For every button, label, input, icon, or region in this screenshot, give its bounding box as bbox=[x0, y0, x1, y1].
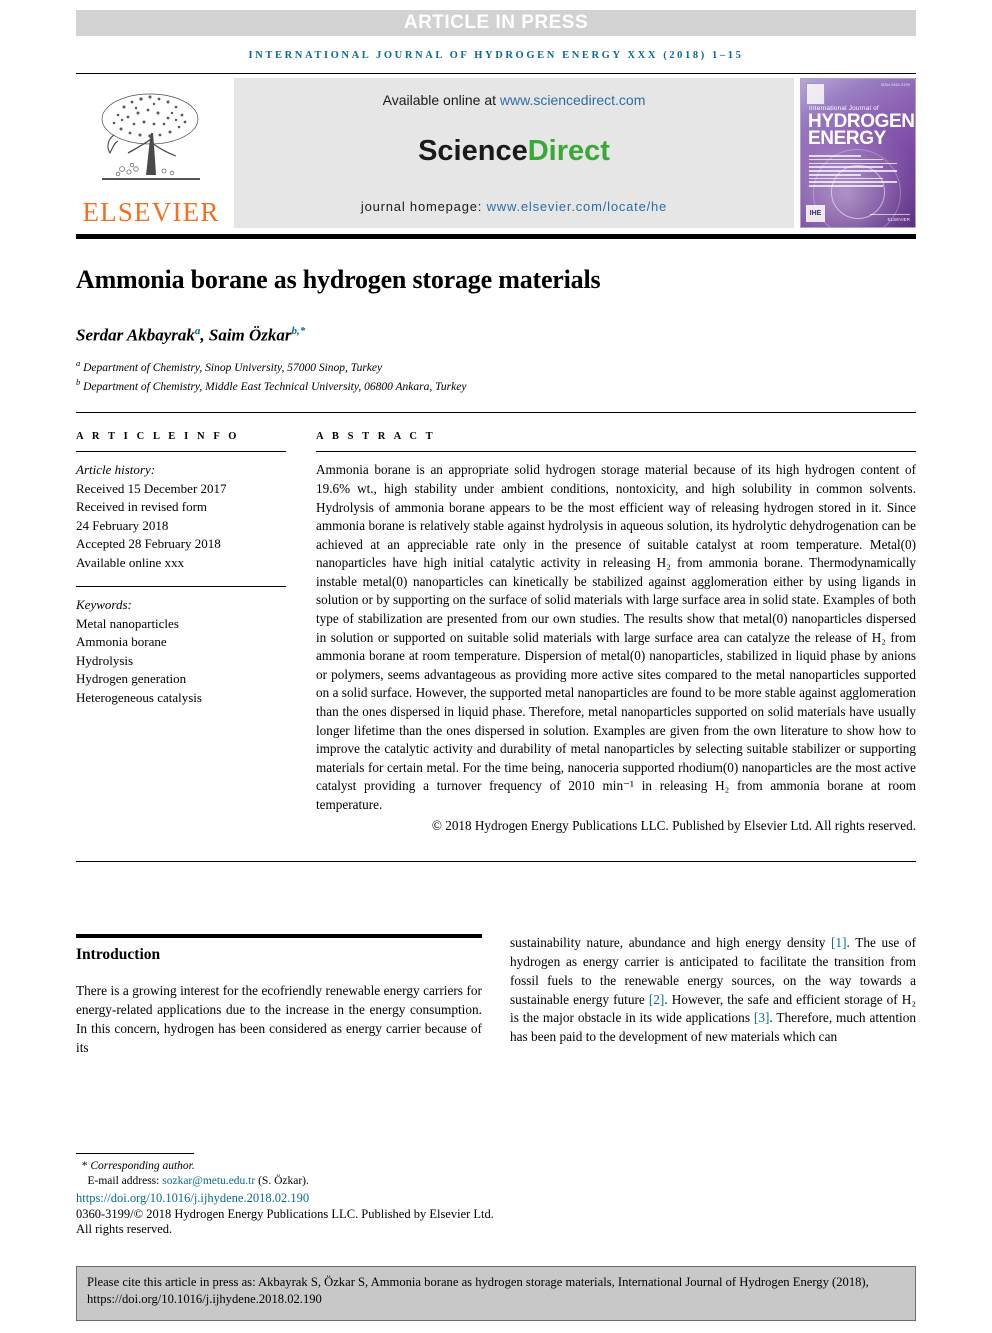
article-history-item-2: 24 February 2018 bbox=[76, 517, 169, 533]
abstract-column: A B S T R A C T Ammonia borane is an app… bbox=[308, 431, 916, 835]
article-in-press-banner: ARTICLE IN PRESS bbox=[76, 10, 916, 36]
doi-link[interactable]: https://doi.org/10.1016/j.ijhydene.2018.… bbox=[76, 1191, 506, 1206]
article-page: ARTICLE IN PRESS international journal o… bbox=[0, 10, 992, 1333]
abstract-bottom-rule bbox=[76, 861, 916, 863]
affiliation-b: b Department of Chemistry, Middle East T… bbox=[76, 375, 916, 394]
cover-issn: ISSN 0360-3199 bbox=[880, 83, 910, 87]
keyword-item-0: Metal nanoparticles bbox=[76, 615, 179, 631]
body-columns: Introduction There is a growing interest… bbox=[76, 934, 916, 1057]
journal-running-head: international journal of hydrogen energy… bbox=[248, 50, 744, 61]
cover-title: HYDROGEN ENERGY bbox=[808, 112, 915, 149]
masthead-bottom-rule bbox=[76, 234, 916, 239]
affiliation-mark-b: b bbox=[76, 376, 81, 387]
cover-topbar: ISSN 0360-3199 bbox=[806, 83, 910, 105]
abstract-copyright: © 2018 Hydrogen Energy Publications LLC.… bbox=[431, 817, 916, 833]
cover-text-lines bbox=[809, 155, 909, 189]
elsevier-logo: ELSEVIER bbox=[76, 78, 226, 228]
author-affil-mark-1: b,* bbox=[291, 325, 306, 337]
sciencedirect-logo: ScienceDirect bbox=[418, 135, 610, 168]
cover-bottom: IHE ELSEVIER bbox=[806, 205, 910, 222]
article-history-label: Article history: bbox=[76, 462, 156, 478]
sciencedirect-banner: Available online at www.sciencedirect.co… bbox=[234, 78, 794, 228]
body-column-left: Introduction There is a growing interest… bbox=[76, 934, 482, 1057]
sciencedirect-link[interactable]: www.sciencedirect.com bbox=[500, 92, 646, 108]
keywords-label: Keywords: bbox=[76, 597, 132, 613]
article-info-rule bbox=[76, 451, 286, 453]
keyword-item-4: Heterogeneous catalysis bbox=[76, 689, 202, 705]
header-divider bbox=[76, 73, 916, 74]
email-label: E-mail address: bbox=[87, 1175, 160, 1187]
available-online-line: Available online at www.sciencedirect.co… bbox=[383, 92, 646, 108]
corresponding-author-label: Corresponding author. bbox=[90, 1160, 195, 1172]
article-history-item-1: Received in revised form bbox=[76, 499, 208, 515]
keyword-item-2: Hydrolysis bbox=[76, 652, 134, 668]
affiliation-text-a: Department of Chemistry, Sinop Universit… bbox=[83, 361, 383, 374]
intro-text-0: sustainability nature, abundance and hig… bbox=[510, 935, 831, 951]
abstract-text: Ammonia borane is an appropriate solid h… bbox=[316, 462, 916, 812]
article-info-separator bbox=[76, 586, 286, 588]
journal-homepage-line: journal homepage: www.elsevier.com/locat… bbox=[361, 199, 667, 214]
affiliation-mark-a: a bbox=[76, 357, 81, 368]
cite-notice-text: Please cite this article in press as: Ak… bbox=[87, 1275, 869, 1306]
footnote-area: * Corresponding author. E-mail address: … bbox=[76, 1153, 506, 1237]
article-history-item-3: Accepted 28 February 2018 bbox=[76, 536, 221, 552]
email-owner: (S. Özkar). bbox=[258, 1175, 309, 1187]
journal-cover-thumbnail: ISSN 0360-3199 International Journal of … bbox=[800, 78, 916, 228]
email-link[interactable]: sozkar@metu.edu.tr bbox=[162, 1175, 255, 1187]
keywords-block: Keywords: Metal nanoparticles Ammonia bo… bbox=[76, 596, 286, 707]
author-list: Serdar Akbayraka, Saim Özkarb,* bbox=[76, 325, 306, 345]
author-name-0[interactable]: Serdar Akbayrak bbox=[76, 326, 195, 345]
article-info-label: A R T I C L E I N F O bbox=[76, 431, 240, 443]
title-block-divider bbox=[76, 412, 916, 414]
footnote-rule bbox=[76, 1153, 194, 1154]
issn-copyright-line: 0360-3199/© 2018 Hydrogen Energy Publica… bbox=[76, 1207, 494, 1236]
sciencedirect-logo-science: Science bbox=[418, 135, 528, 167]
corresponding-marker: * bbox=[81, 1160, 88, 1172]
keyword-item-1: Ammonia borane bbox=[76, 634, 167, 650]
introduction-paragraph-left: There is a growing interest for the ecof… bbox=[76, 983, 482, 1055]
introduction-heading: Introduction bbox=[76, 946, 161, 964]
article-history-item-4: Available online xxx bbox=[76, 554, 185, 570]
email-line: E-mail address: sozkar@metu.edu.tr (S. Ö… bbox=[76, 1174, 506, 1189]
author-name-1[interactable]: Saim Özkar bbox=[209, 326, 292, 345]
article-in-press-label: ARTICLE IN PRESS bbox=[403, 12, 589, 33]
elsevier-wordmark: ELSEVIER bbox=[82, 197, 220, 227]
info-abstract-section: A R T I C L E I N F O Article history: R… bbox=[76, 431, 916, 835]
citation-ref-3[interactable]: [3] bbox=[754, 1010, 770, 1025]
corresponding-author-line: * Corresponding author. bbox=[76, 1159, 506, 1174]
citation-ref-2[interactable]: [2] bbox=[649, 992, 665, 1007]
article-history-block: Article history: Received 15 December 20… bbox=[76, 461, 286, 572]
journal-homepage-link[interactable]: www.elsevier.com/locate/he bbox=[487, 199, 667, 214]
introduction-paragraph-right: sustainability nature, abundance and hig… bbox=[510, 934, 916, 1047]
citation-ref-1[interactable]: [1] bbox=[831, 935, 847, 950]
article-info-column: A R T I C L E I N F O Article history: R… bbox=[76, 431, 308, 835]
affiliation-text-b: Department of Chemistry, Middle East Tec… bbox=[83, 380, 467, 393]
cite-notice-box: Please cite this article in press as: Ak… bbox=[76, 1266, 916, 1321]
article-history-item-0: Received 15 December 2017 bbox=[76, 480, 227, 496]
abstract-rule bbox=[316, 451, 916, 453]
keyword-item-3: Hydrogen generation bbox=[76, 671, 187, 687]
page-title: Ammonia borane as hydrogen storage mater… bbox=[76, 265, 601, 294]
author-affil-mark-0: a bbox=[194, 325, 201, 337]
affiliation-list: a Department of Chemistry, Sinop Univers… bbox=[76, 356, 916, 395]
introduction-heading-rule bbox=[76, 934, 482, 939]
ihe-badge-icon: IHE bbox=[806, 205, 825, 222]
corresponding-author-note: * Corresponding author. E-mail address: … bbox=[76, 1159, 506, 1189]
sciencedirect-logo-direct: Direct bbox=[527, 135, 610, 167]
cover-title-line2: ENERGY bbox=[808, 128, 886, 149]
journal-homepage-label: journal homepage: bbox=[360, 199, 483, 214]
abstract-label: A B S T R A C T bbox=[316, 431, 436, 443]
masthead: ELSEVIER Available online at www.science… bbox=[76, 78, 916, 228]
body-column-right: sustainability nature, abundance and hig… bbox=[510, 934, 916, 1057]
available-online-label: Available online at bbox=[382, 92, 496, 108]
elsevier-tree-icon bbox=[101, 93, 200, 180]
cover-badge-icon bbox=[806, 83, 825, 105]
cover-publisher: ELSEVIER bbox=[870, 214, 910, 222]
affiliation-a: a Department of Chemistry, Sinop Univers… bbox=[76, 356, 916, 375]
